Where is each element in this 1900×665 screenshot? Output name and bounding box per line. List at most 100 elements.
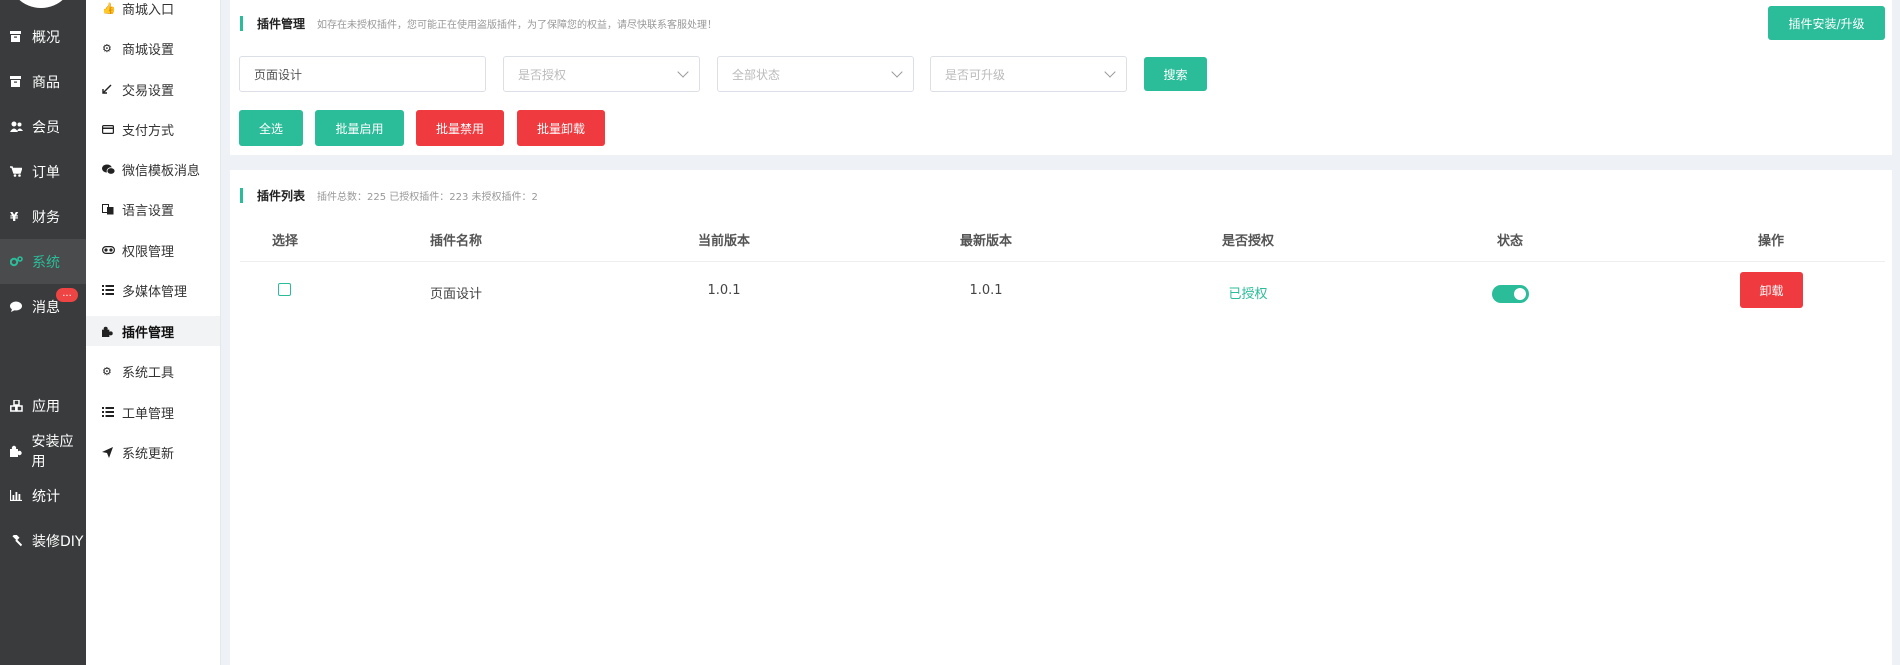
thumbs-up-icon: 👍: [102, 1, 116, 15]
send-icon: [102, 446, 120, 458]
chevron-down-icon: [891, 66, 903, 78]
sidebar-item-label: 安装应用: [31, 433, 74, 470]
subnav-item-label: 插件管理: [122, 325, 175, 341]
plugin-manage-card: 插件管理 如存在未授权插件，您可能正在使用盗版插件，为了保障您的权益，请尽快联系…: [230, 0, 1892, 155]
column-header-actions: 操作: [1757, 234, 1784, 249]
bar-chart-icon: [10, 490, 28, 501]
sidebar-item-label: 会员: [32, 119, 60, 136]
search-input-value: 页面设计: [254, 67, 303, 82]
list-icon: [102, 285, 120, 295]
plugin-summary: 插件总数：225 已授权插件：223 未授权插件：2: [317, 192, 538, 203]
compress-icon: [102, 84, 120, 94]
subnav-item-trade-settings[interactable]: 交易设置: [86, 74, 220, 104]
sidebar-item-overview[interactable]: 概况: [0, 14, 86, 59]
cubes-icon: [10, 399, 28, 412]
sidebar-item-label: 概况: [32, 29, 60, 46]
chevron-down-icon: [677, 66, 689, 78]
subnav-item-media[interactable]: 多媒体管理: [86, 275, 220, 305]
plugin-manage-header: 插件管理 如存在未授权插件，您可能正在使用盗版插件，为了保障您的权益，请尽快联系…: [240, 15, 717, 32]
sidebar-item-label: 装修DIY: [32, 533, 84, 550]
gears-icon: [10, 256, 28, 267]
subnav-item-permissions[interactable]: 权限管理: [86, 235, 220, 265]
subnav-item-system-tools[interactable]: ⚙ 系统工具: [86, 356, 220, 386]
list-icon: [102, 407, 120, 417]
subnav-item-system-update[interactable]: 系统更新: [86, 437, 220, 467]
subnav-item-label: 商城入口: [122, 2, 175, 18]
subnav-item-plugins[interactable]: 插件管理: [86, 316, 220, 346]
sidebar-item-apps[interactable]: 应用: [0, 383, 86, 428]
auth-status: 已授权: [1228, 287, 1268, 302]
section-title: 插件管理: [257, 17, 306, 31]
batch-uninstall-button[interactable]: 批量卸载: [517, 110, 605, 146]
search-input[interactable]: 页面设计: [239, 56, 486, 92]
subnav-item-wechat-template[interactable]: 微信模板消息: [86, 154, 220, 184]
plugin-list-header: 插件列表 插件总数：225 已授权插件：223 未授权插件：2: [240, 187, 538, 204]
puzzle-icon: [102, 326, 120, 337]
sidebar-item-install-apps[interactable]: 安装应用: [0, 428, 86, 473]
sidebar-item-label: 商品: [32, 74, 60, 91]
subnav-item-language[interactable]: 语言设置: [86, 194, 220, 224]
sidebar-item-goods[interactable]: 商品: [0, 59, 86, 104]
gear-icon: ⚙: [102, 41, 112, 55]
sidebar-item-orders[interactable]: 订单: [0, 149, 86, 194]
batch-enable-button[interactable]: 批量启用: [315, 110, 404, 146]
status-filter-select[interactable]: 全部状态: [717, 56, 914, 92]
credit-card-icon: [102, 124, 120, 134]
column-header-select: 选择: [271, 234, 298, 249]
row-checkbox[interactable]: [278, 283, 291, 296]
users-icon: [10, 121, 28, 132]
plugin-name: 页面设计: [430, 287, 483, 302]
gavel-icon: [10, 534, 28, 547]
status-toggle[interactable]: [1492, 285, 1529, 303]
current-version: 1.0.1: [707, 283, 741, 298]
uninstall-button[interactable]: 卸载: [1740, 272, 1803, 308]
column-header-current-version: 当前版本: [697, 234, 750, 249]
sidebar-item-label: 系统: [32, 254, 60, 271]
subnav-item-label: 支付方式: [122, 123, 175, 139]
archive-icon: [10, 31, 28, 42]
batch-disable-button[interactable]: 批量禁用: [416, 110, 504, 146]
subnav-item-label: 商城设置: [122, 42, 175, 58]
sidebar-item-messages[interactable]: 消息 ...: [0, 284, 86, 329]
subnav-item-payment[interactable]: 支付方式: [86, 114, 220, 144]
sidebar-item-label: 统计: [32, 488, 60, 505]
sub-sidebar: 👍 商城入口 ⚙ 商城设置 交易设置 支付方式 微信模板消息 语言设置 权限管理: [86, 0, 221, 665]
latest-version: 1.0.1: [969, 283, 1003, 298]
search-button[interactable]: 搜索: [1144, 57, 1207, 91]
auth-filter-placeholder: 是否授权: [518, 67, 567, 82]
select-all-button[interactable]: 全选: [239, 110, 303, 146]
subnav-item-label: 工单管理: [122, 406, 175, 422]
sidebar-item-system[interactable]: 系统: [0, 239, 86, 284]
column-header-name: 插件名称: [430, 234, 483, 249]
language-icon: [102, 203, 120, 215]
section-hint: 如存在未授权插件，您可能正在使用盗版插件，为了保障您的权益，请尽快联系客服处理！: [317, 20, 718, 31]
sidebar-item-label: 订单: [32, 164, 60, 181]
sidebar-item-finance[interactable]: ¥ 财务: [0, 194, 86, 239]
cart-icon: [10, 166, 28, 177]
accent-bar: [240, 16, 243, 31]
subnav-item-label: 权限管理: [122, 244, 175, 260]
comment-icon: [10, 301, 28, 312]
sidebar-item-stats[interactable]: 统计: [0, 473, 86, 518]
column-header-status: 状态: [1496, 234, 1523, 249]
accent-bar: [240, 188, 243, 203]
header-divider: [240, 261, 1885, 262]
column-header-authorized: 是否授权: [1221, 234, 1274, 249]
chevron-down-icon: [1104, 66, 1116, 78]
subnav-item-tickets[interactable]: 工单管理: [86, 397, 220, 427]
upgrade-filter-select[interactable]: 是否可升级: [930, 56, 1127, 92]
subnav-item-label: 多媒体管理: [122, 284, 188, 300]
subnav-item-mall-entry[interactable]: 👍 商城入口: [86, 0, 220, 23]
subnav-item-label: 系统工具: [122, 365, 175, 381]
column-header-latest-version: 最新版本: [959, 234, 1012, 249]
message-badge: ...: [56, 288, 78, 302]
install-upgrade-button[interactable]: 插件安装/升级: [1768, 6, 1885, 40]
section-title: 插件列表: [257, 189, 306, 203]
puzzle-icon: [10, 445, 28, 457]
subnav-item-mall-settings[interactable]: ⚙ 商城设置: [86, 33, 220, 63]
sidebar-item-members[interactable]: 会员: [0, 104, 86, 149]
avatar[interactable]: [8, 0, 74, 8]
sidebar-item-decorate[interactable]: 装修DIY: [0, 518, 86, 563]
auth-filter-select[interactable]: 是否授权: [503, 56, 700, 92]
upgrade-filter-placeholder: 是否可升级: [945, 67, 1006, 82]
